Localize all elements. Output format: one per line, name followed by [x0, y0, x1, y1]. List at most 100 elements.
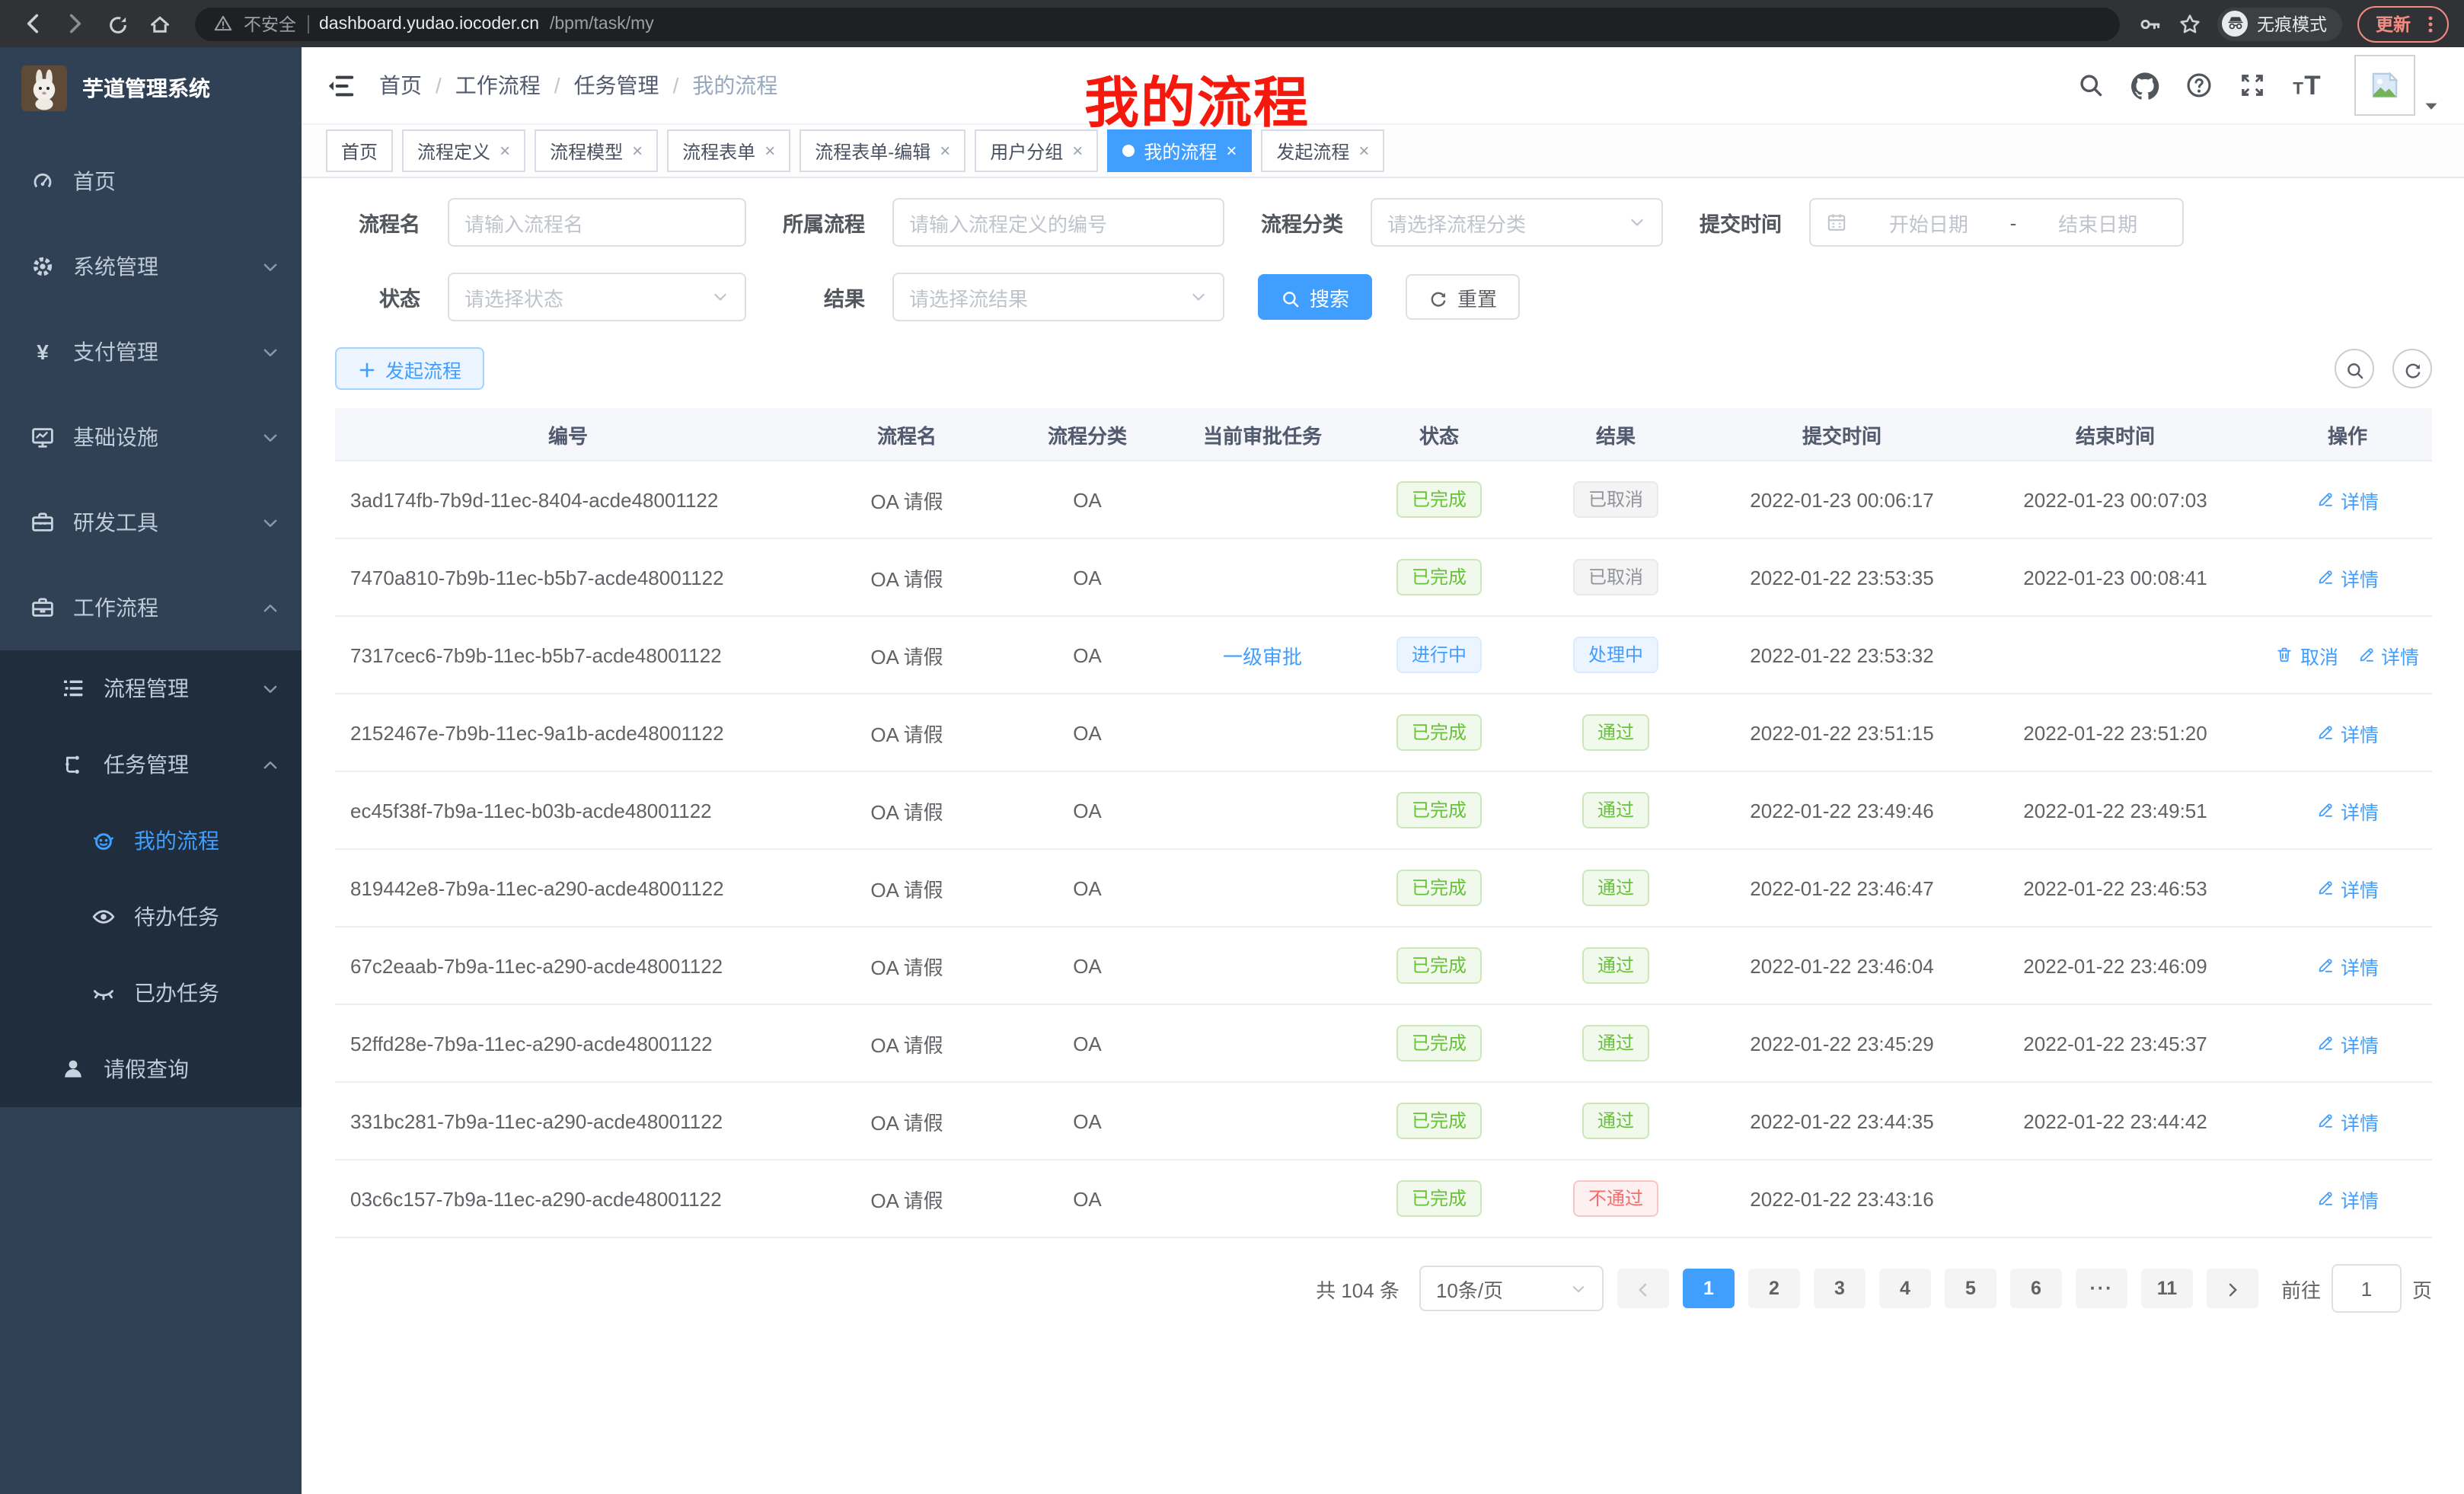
cell-category: OA — [1013, 461, 1162, 538]
tab-首页[interactable]: 首页 — [326, 129, 393, 172]
pagination-page-2[interactable]: 2 — [1748, 1269, 1800, 1308]
pagination-more-button[interactable]: ··· — [2076, 1269, 2127, 1308]
sidebar-collapse-icon[interactable] — [326, 71, 355, 100]
detail-link[interactable]: 详情 — [2316, 718, 2379, 747]
bookmark-star-icon[interactable] — [2178, 11, 2202, 36]
result-badge: 通过 — [1582, 792, 1649, 828]
column-header: 结果 — [1515, 408, 1716, 461]
sidebar-item-workflow[interactable]: 工作流程 — [0, 565, 302, 650]
browser-menu-icon[interactable] — [2420, 13, 2441, 34]
sidebar-item-label: 待办任务 — [134, 902, 280, 932]
tab-流程定义[interactable]: 流程定义× — [402, 129, 525, 172]
cell-category: OA — [1013, 1160, 1162, 1237]
detail-link[interactable]: 详情 — [2316, 1106, 2379, 1135]
tab-close-icon[interactable]: × — [632, 142, 643, 160]
monitor-icon — [30, 425, 55, 449]
result-select[interactable]: 请选择流结果 — [892, 273, 1224, 321]
detail-link[interactable]: 详情 — [2316, 873, 2379, 902]
goto-page-input[interactable] — [2332, 1264, 2402, 1313]
search-icon[interactable] — [2077, 72, 2105, 99]
sidebar-item-task-mgmt[interactable]: 任务管理 — [0, 726, 302, 803]
pagination-prev-button[interactable] — [1617, 1269, 1669, 1308]
sidebar-item-home[interactable]: 首页 — [0, 139, 302, 224]
breadcrumb-item-task-mgmt[interactable]: 任务管理 — [574, 70, 659, 101]
cancel-link[interactable]: 取消 — [2276, 640, 2338, 669]
detail-link[interactable]: 详情 — [2316, 1029, 2379, 1058]
cell-submit-time: 2022-01-22 23:45:29 — [1716, 1004, 1968, 1082]
browser-home-button[interactable] — [143, 7, 177, 40]
search-button[interactable]: 搜索 — [1258, 274, 1372, 320]
sidebar-item-my-process[interactable]: 我的流程 — [0, 803, 302, 879]
placeholder: 请输入流程定义的编号 — [909, 208, 1107, 237]
svg-text:T: T — [2304, 71, 2320, 101]
sidebar-item-todo-tasks[interactable]: 待办任务 — [0, 879, 302, 955]
current-task-link[interactable]: 一级审批 — [1223, 645, 1302, 668]
tab-流程表单-编辑[interactable]: 流程表单-编辑× — [800, 129, 965, 172]
sidebar-menu: 首页系统管理¥支付管理基础设施研发工具工作流程流程管理任务管理我的流程待办任务已… — [0, 129, 302, 1494]
page-size-select[interactable]: 10条/页 — [1419, 1266, 1604, 1311]
sidebar-item-dev-tools[interactable]: 研发工具 — [0, 480, 302, 565]
tab-close-icon[interactable]: × — [1072, 142, 1083, 160]
sidebar-item-label: 已办任务 — [134, 978, 280, 1008]
fullscreen-icon[interactable] — [2239, 72, 2266, 99]
detail-link[interactable]: 详情 — [2316, 563, 2379, 592]
detail-link[interactable]: 详情 — [2316, 796, 2379, 825]
pagination-page-4[interactable]: 4 — [1879, 1269, 1931, 1308]
browser-back-button[interactable] — [15, 7, 49, 40]
detail-link[interactable]: 详情 — [2316, 951, 2379, 980]
sidebar-item-label: 研发工具 — [73, 507, 260, 538]
pagination-page-6[interactable]: 6 — [2010, 1269, 2062, 1308]
browser-forward-button[interactable] — [58, 7, 91, 40]
pagination-page-1[interactable]: 1 — [1683, 1269, 1735, 1308]
tab-close-icon[interactable]: × — [764, 142, 775, 160]
pagination-next-button[interactable] — [2207, 1269, 2258, 1308]
pagination-page-11[interactable]: 11 — [2141, 1269, 2193, 1308]
tab-close-icon[interactable]: × — [940, 142, 950, 160]
table-refresh-button[interactable] — [2392, 349, 2432, 388]
table-search-toggle-button[interactable] — [2335, 349, 2374, 388]
tab-close-icon[interactable]: × — [500, 142, 510, 160]
sidebar-item-payment[interactable]: ¥支付管理 — [0, 309, 302, 394]
detail-link[interactable]: 详情 — [2316, 485, 2379, 514]
browser-reload-button[interactable] — [101, 7, 134, 40]
tab-close-icon[interactable]: × — [1226, 142, 1237, 160]
detail-link[interactable]: 详情 — [2357, 640, 2419, 669]
toolbox-icon — [30, 510, 55, 535]
breadcrumb-item-workflow[interactable]: 工作流程 — [455, 70, 541, 101]
avatar[interactable] — [2354, 55, 2415, 116]
process-definition-input[interactable]: 请输入流程定义的编号 — [892, 198, 1224, 247]
status-badge: 已完成 — [1396, 714, 1482, 751]
cell-result: 通过 — [1515, 849, 1716, 927]
browser-update-button[interactable]: 更新 — [2357, 5, 2449, 42]
status-select[interactable]: 请选择状态 — [448, 273, 746, 321]
breadcrumb-item-home[interactable]: 首页 — [379, 70, 422, 101]
cell-submit-time: 2022-01-22 23:43:16 — [1716, 1160, 1968, 1237]
cell-process-id: 3ad174fb-7b9d-11ec-8404-acde48001122 — [335, 461, 801, 538]
sidebar-item-process-mgmt[interactable]: 流程管理 — [0, 650, 302, 726]
cell-end-time: 2022-01-22 23:46:09 — [1968, 927, 2263, 1004]
sidebar-item-leave-query[interactable]: 请假查询 — [0, 1031, 302, 1107]
tab-close-icon[interactable]: × — [1358, 142, 1369, 160]
reset-button[interactable]: 重置 — [1406, 274, 1520, 320]
sidebar-item-done-tasks[interactable]: 已办任务 — [0, 955, 302, 1031]
sidebar-item-system[interactable]: 系统管理 — [0, 224, 302, 309]
font-size-icon[interactable]: TT — [2292, 70, 2322, 101]
help-icon[interactable] — [2185, 72, 2213, 99]
pagination-page-5[interactable]: 5 — [1945, 1269, 1996, 1308]
detail-link[interactable]: 详情 — [2316, 1184, 2379, 1213]
tab-流程表单[interactable]: 流程表单× — [667, 129, 790, 172]
submit-time-range-picker[interactable]: 开始日期 - 结束日期 — [1809, 198, 2184, 247]
password-key-icon[interactable] — [2138, 11, 2162, 36]
process-category-select[interactable]: 请选择流程分类 — [1371, 198, 1663, 247]
tab-用户分组[interactable]: 用户分组× — [975, 129, 1098, 172]
user-menu[interactable] — [2354, 55, 2440, 116]
process-name-input[interactable]: 请输入流程名 — [448, 198, 746, 247]
sidebar-item-label: 我的流程 — [134, 825, 280, 856]
create-process-button[interactable]: 发起流程 — [335, 347, 484, 390]
github-icon[interactable] — [2130, 71, 2159, 100]
cell-actions: 详情 — [2263, 461, 2432, 538]
sidebar-item-infra[interactable]: 基础设施 — [0, 394, 302, 480]
address-bar[interactable]: 不安全 dashboard.yudao.iocoder.cn/bpm/task/… — [195, 7, 2120, 40]
tab-流程模型[interactable]: 流程模型× — [535, 129, 658, 172]
pagination-page-3[interactable]: 3 — [1814, 1269, 1866, 1308]
